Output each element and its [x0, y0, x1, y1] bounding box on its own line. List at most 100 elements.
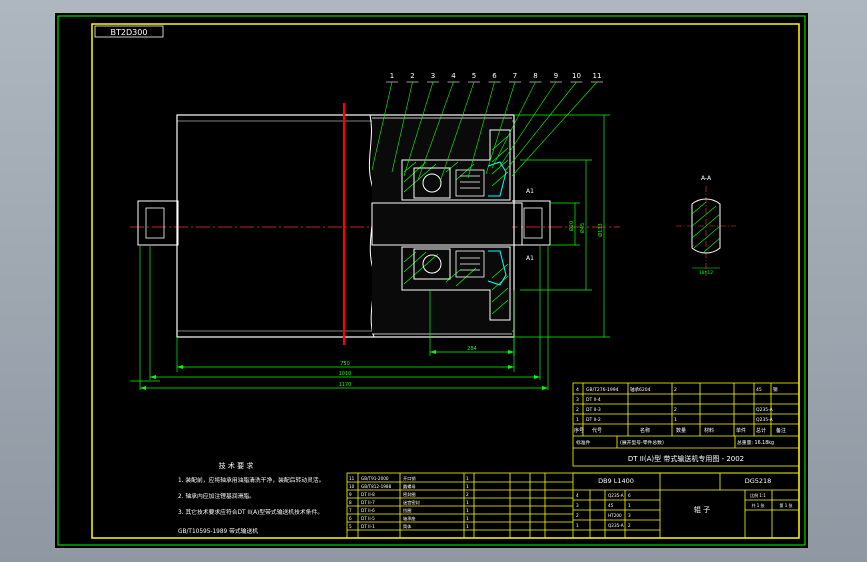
- dim-length-1: 750: [340, 361, 350, 367]
- upper-table-cell: 2: [674, 387, 677, 393]
- lower-table-cell: 10: [349, 484, 355, 489]
- lower-table-cell: 圆螺母: [403, 483, 416, 490]
- part-number-label: 2: [410, 72, 414, 80]
- lower-table-right-cell: 6: [628, 493, 631, 498]
- upper-table-cell: Q235-A: [756, 417, 774, 423]
- lower-table-cell: 迷宫密封: [403, 499, 420, 506]
- lower-table-cell: 1: [466, 508, 469, 513]
- scale-info: 比例 1:1: [750, 492, 766, 498]
- part-number-label: 4: [451, 72, 456, 80]
- lower-table-cell: DT II-7: [361, 500, 375, 505]
- notes-title: 技 术 要 求: [219, 461, 254, 470]
- part-number-label: 5: [472, 72, 476, 80]
- lower-table-cell: 9: [349, 492, 352, 497]
- dim-diameter-1: Ø133: [597, 223, 604, 236]
- dim-offset: 284: [467, 346, 477, 352]
- section-area: [372, 118, 512, 334]
- lower-table-cell: 1: [466, 524, 469, 529]
- upper-table-header: 代号: [592, 427, 602, 434]
- lower-table-right-cell: 45: [608, 503, 614, 508]
- dim-key-width: 18h12: [699, 270, 713, 276]
- note-line-3: 3. 其它技术要求应符合DT II(A)型带式输送机技术条件。: [178, 508, 323, 516]
- lower-table-cell: 5: [349, 524, 352, 529]
- lower-table-right-cell: 4: [576, 493, 579, 498]
- lower-table-cell: 轴承座: [403, 515, 416, 522]
- upper-table-cell: 1: [674, 417, 677, 423]
- upper-table-header: 总计: [756, 427, 766, 434]
- upper-table-cell: 3: [576, 397, 579, 403]
- lower-table-right-cell: 3: [628, 513, 631, 518]
- upper-table-cell: DT II-4: [586, 397, 601, 403]
- dim-length-2: 1010: [339, 371, 352, 377]
- note-line-4: GB/T10595-1989 带式输送机: [178, 527, 258, 535]
- upper-table-header: 数量: [676, 427, 686, 434]
- upper-table-footer: 标准件: [576, 439, 591, 446]
- lower-table-cell: GB/T91-2000: [361, 476, 389, 481]
- sheet-count: 共 1 张: [751, 502, 764, 508]
- lower-table-cell: DT II-8: [361, 492, 375, 497]
- upper-table-cell: 钢: [773, 386, 778, 393]
- lower-table-cell: 2: [466, 492, 469, 497]
- cut-label-a1: A1: [526, 188, 534, 195]
- lower-table-cell: 1: [466, 484, 469, 489]
- lower-table-right-cell: 3: [576, 503, 579, 508]
- dim-diameter-3: Ø20: [568, 221, 575, 231]
- lower-table-cell: DT II-6: [361, 508, 375, 513]
- upper-table-header: 序号: [574, 427, 584, 434]
- lower-table-cell: 7: [349, 508, 352, 513]
- stamp-text: BT2D300: [111, 28, 148, 37]
- lower-table-right-cell: HT200: [608, 513, 622, 518]
- title-block-title: DT II(A)型 带式输送机专用图 - 2002: [628, 454, 744, 463]
- lower-table-cell: 1: [466, 516, 469, 521]
- cut-label-a2: A1: [526, 255, 534, 262]
- lower-table-cell: 8: [349, 500, 352, 505]
- lower-table-cell: 1: [466, 476, 469, 481]
- part-number-label: 9: [554, 72, 558, 80]
- upper-table-cell: 轴承6204: [630, 386, 651, 393]
- lower-table-cell: 1: [466, 500, 469, 505]
- lower-table-cell: 挡圈: [403, 507, 411, 514]
- lower-table-cell: 筒体: [403, 523, 412, 530]
- lower-table-right-cell: 2: [576, 513, 579, 518]
- upper-table-header: 备注: [776, 427, 786, 434]
- lower-table-cell: 11: [349, 476, 355, 481]
- lower-table-right-cell: 1: [576, 523, 579, 528]
- drawing-number: DG5218: [745, 477, 772, 485]
- cad-viewport[interactable]: BT2D300 A1 A1 1 2 3 4 5 6 7 8 9 10 11 75…: [0, 0, 867, 562]
- note-line-2: 2. 轴承内应加注锂基润滑脂。: [178, 492, 255, 500]
- lower-table-right-cell: 1: [628, 503, 631, 508]
- upper-table-cell: 4: [576, 387, 579, 393]
- upper-table-cell: DT II-3: [586, 407, 601, 413]
- part-number-label: 7: [513, 72, 517, 80]
- upper-table-footer: (展开型号-零件总数): [620, 439, 664, 446]
- part-number-label: 3: [431, 72, 435, 80]
- upper-table-cell: 45: [756, 387, 762, 393]
- upper-table-header: 名称: [640, 427, 650, 434]
- lower-table-right-cell: Q235-A: [608, 493, 624, 498]
- part-number-label: 1: [390, 72, 394, 80]
- sheet-number: 第 1 张: [779, 502, 792, 508]
- upper-table-header: 材料: [704, 427, 714, 434]
- part-code: DB9 L1400: [598, 477, 634, 485]
- upper-table-cell: 2: [576, 407, 579, 413]
- upper-table-cell: 1: [576, 417, 579, 423]
- lower-table-cell: DT II-1: [361, 524, 375, 529]
- section-aa-label: A-A: [701, 175, 712, 182]
- note-line-1: 1. 装配前，应将轴承用油脂清洗干净，装配后转动灵活。: [178, 476, 325, 484]
- upper-table-footer: 总重量: 16.18kg: [737, 439, 774, 446]
- lower-table-cell: 开口销: [403, 475, 416, 482]
- dim-diameter-2: Ø45: [579, 223, 586, 233]
- part-number-label: 11: [593, 72, 602, 80]
- dim-length-3: 1170: [339, 382, 352, 388]
- drawing-sheet: BT2D300 A1 A1 1 2 3 4 5 6 7 8 9 10 11 75…: [55, 13, 808, 548]
- part-number-label: 8: [533, 72, 537, 80]
- lower-table-cell: GB/T812-1988: [361, 484, 392, 489]
- upper-table-cell: GB/T276-1994: [586, 387, 619, 393]
- upper-table-cell: 2: [674, 407, 677, 413]
- part-name: 辊 子: [694, 505, 710, 514]
- upper-table-cell: DT II-2: [586, 417, 601, 423]
- lower-table-cell: DT II-5: [361, 516, 375, 521]
- lower-table-cell: 6: [349, 516, 352, 521]
- lower-table-right-cell: 2: [628, 523, 631, 528]
- part-number-label: 6: [492, 72, 497, 80]
